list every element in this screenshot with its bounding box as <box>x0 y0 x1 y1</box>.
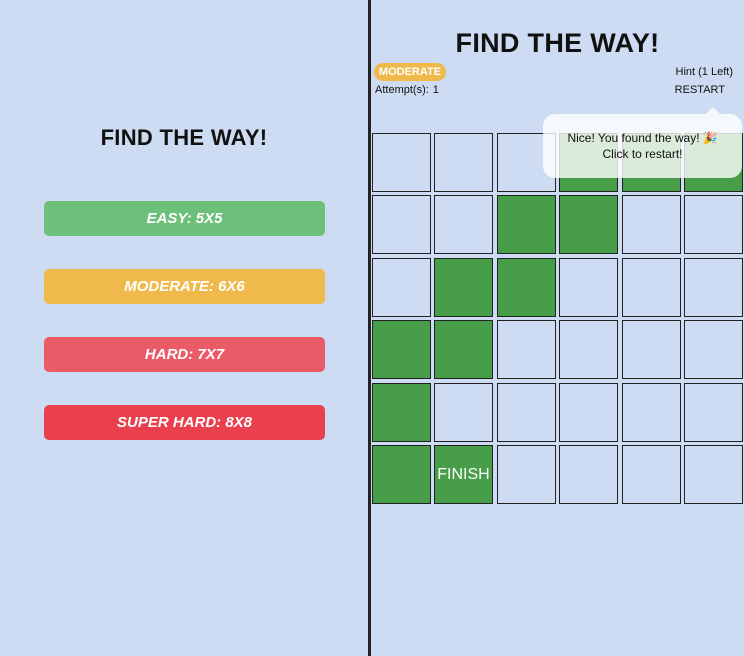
toast-message: Nice! You found the way! <box>567 131 700 145</box>
grid-cell-r1-c5[interactable] <box>684 195 743 254</box>
easy-level-button[interactable]: EASY: 5X5 <box>44 201 325 236</box>
grid-cell-r4-c0[interactable] <box>372 383 431 442</box>
grid-cell-r5-c4[interactable] <box>622 445 681 504</box>
grid-cell-r1-c2[interactable] <box>497 195 556 254</box>
grid-cell-r0-c0[interactable] <box>372 133 431 192</box>
hard-level-button[interactable]: HARD: 7X7 <box>44 337 325 372</box>
grid-cell-r2-c4[interactable] <box>622 258 681 317</box>
grid-cell-r5-c3[interactable] <box>559 445 618 504</box>
grid-cell-r4-c3[interactable] <box>559 383 618 442</box>
attempts-value: 1 <box>432 84 439 96</box>
grid-cell-r5-c0[interactable] <box>372 445 431 504</box>
success-toast[interactable]: Nice! You found the way! 🎉 Click to resta… <box>543 107 742 178</box>
grid-cell-r1-c0[interactable] <box>372 195 431 254</box>
grid-cell-r3-c0[interactable] <box>372 320 431 379</box>
grid-cell-r5-c5[interactable] <box>684 445 743 504</box>
grid-cell-r2-c3[interactable] <box>559 258 618 317</box>
level-select-title: FIND THE WAY! <box>100 125 268 150</box>
party-popper-icon: 🎉 <box>702 131 718 145</box>
grid-cell-r4-c5[interactable] <box>684 383 743 442</box>
grid-cell-r2-c1[interactable] <box>434 258 493 317</box>
grid-cell-r5-c1[interactable]: FINISH <box>434 445 493 504</box>
attempts-counter: Attempt(s): 1 <box>375 84 439 96</box>
grid-cell-r4-c1[interactable] <box>434 383 493 442</box>
grid-cell-r3-c2[interactable] <box>497 320 556 379</box>
attempts-label: Attempt(s): <box>375 84 429 96</box>
moderate-level-button[interactable]: MODERATE: 6X6 <box>44 269 325 304</box>
super-hard-level-button[interactable]: SUPER HARD: 8X8 <box>44 405 325 440</box>
level-select-panel: FIND THE WAY! EASY: 5X5 MODERATE: 6X6 HA… <box>0 0 368 656</box>
grid-cell-r1-c1[interactable] <box>434 195 493 254</box>
grid-cell-r4-c4[interactable] <box>622 383 681 442</box>
game-title: FIND THE WAY! <box>455 28 660 58</box>
grid-cell-r3-c5[interactable] <box>684 320 743 379</box>
grid-cell-r3-c1[interactable] <box>434 320 493 379</box>
grid-cell-r3-c3[interactable] <box>559 320 618 379</box>
hint-button[interactable]: Hint (1 Left) <box>676 66 733 78</box>
toast-pointer <box>706 107 720 114</box>
grid-cell-r2-c2[interactable] <box>497 258 556 317</box>
grid-cell-r3-c4[interactable] <box>622 320 681 379</box>
grid-cell-r2-c5[interactable] <box>684 258 743 317</box>
grid-cell-r0-c1[interactable] <box>434 133 493 192</box>
grid-cell-r5-c2[interactable] <box>497 445 556 504</box>
restart-button[interactable]: RESTART <box>675 84 725 96</box>
toast-restart-hint: Click to restart! <box>602 147 683 161</box>
finish-label: FINISH <box>437 465 490 483</box>
toast-message-line: Nice! You found the way! 🎉 <box>567 130 717 146</box>
grid-cell-r1-c3[interactable] <box>559 195 618 254</box>
grid-cell-r4-c2[interactable] <box>497 383 556 442</box>
difficulty-badge: MODERATE <box>374 63 446 81</box>
panel-divider <box>368 0 371 656</box>
grid-cell-r1-c4[interactable] <box>622 195 681 254</box>
grid-cell-r2-c0[interactable] <box>372 258 431 317</box>
